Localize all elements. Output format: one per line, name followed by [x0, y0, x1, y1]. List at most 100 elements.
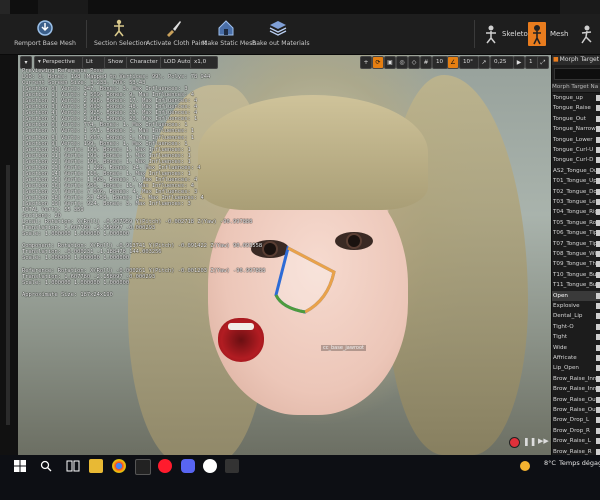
morph-weight-slider[interactable] [596, 157, 600, 164]
skip-forward-button[interactable]: ▶▶ [538, 437, 549, 445]
app-icon[interactable] [225, 459, 239, 473]
morph-weight-slider[interactable] [596, 240, 600, 247]
mode-animation-button[interactable] [578, 24, 600, 48]
remport-base-mesh-button[interactable]: Remport Base Mesh [14, 14, 76, 54]
morph-weight-slider[interactable] [596, 438, 600, 445]
activate-cloth-paint-button[interactable]: Activate Cloth Paint [146, 14, 207, 54]
morph-target-row[interactable]: Brow_Drop_L [552, 415, 600, 425]
morph-target-row[interactable]: Wide [552, 343, 600, 353]
morph-target-row[interactable]: T06_Tongue_Tip_ [552, 228, 600, 238]
morph-weight-slider[interactable] [596, 344, 600, 351]
window-controls[interactable] [560, 0, 600, 14]
morph-target-row[interactable]: Lip_Open [552, 363, 600, 373]
morph-column-header[interactable]: Morph Target Na [552, 83, 600, 93]
windows-start-icon[interactable] [14, 460, 26, 472]
pause-button[interactable]: ❚❚ [523, 437, 536, 446]
task-view-icon[interactable] [66, 460, 80, 472]
maximize-viewport-icon[interactable]: ⤢ [537, 56, 549, 69]
morph-target-row[interactable]: Tongue_up [552, 93, 600, 103]
morph-weight-slider[interactable] [596, 292, 600, 299]
morph-target-row[interactable]: T02_Tongue_Dow [552, 187, 600, 197]
morph-weight-slider[interactable] [596, 115, 600, 122]
morph-target-row[interactable]: Dental_Lip [552, 311, 600, 321]
morph-weight-slider[interactable] [596, 251, 600, 257]
morph-target-row[interactable]: Tongue_Narrow [552, 124, 600, 134]
morph-weight-slider[interactable] [596, 178, 600, 185]
opera-icon[interactable] [158, 459, 172, 473]
bake-out-materials-button[interactable]: Bake out Materials [252, 14, 310, 54]
morph-target-row[interactable]: Tight-O [552, 322, 600, 332]
select-icon[interactable]: + [360, 56, 372, 69]
morph-target-row[interactable]: Tongue_Lower [552, 135, 600, 145]
morph-weight-slider[interactable] [596, 417, 600, 424]
morph-target-row[interactable]: T09_Tongue_Thic [552, 259, 600, 269]
morph-weight-slider[interactable] [596, 427, 600, 434]
morph-weight-slider[interactable] [596, 209, 600, 216]
morph-target-row[interactable]: Brow_Raise_Outer [552, 395, 600, 405]
scale-snap-icon[interactable]: ↗ [478, 56, 490, 69]
section-selection-button[interactable]: Section Selection [94, 14, 147, 54]
morph-weight-slider[interactable] [596, 407, 600, 413]
scale-value[interactable]: 0,25 [490, 56, 514, 69]
morph-target-row[interactable]: Brow_Raise_Inner [552, 384, 600, 394]
app-icon[interactable] [135, 459, 151, 475]
morph-weight-slider[interactable] [596, 271, 600, 278]
morph-search-input[interactable] [554, 68, 600, 80]
file-explorer-icon[interactable] [89, 459, 103, 473]
morph-target-row[interactable]: T05_Tongue_Roll [552, 218, 600, 228]
discord-icon[interactable] [181, 459, 195, 473]
morph-target-row[interactable]: Brow_Raise_R [552, 447, 600, 455]
morph-weight-slider[interactable] [596, 136, 600, 143]
morph-weight-slider[interactable] [596, 365, 600, 372]
tab-stub[interactable] [0, 0, 10, 14]
morph-weight-slider[interactable] [596, 105, 600, 112]
morph-weight-slider[interactable] [596, 375, 600, 382]
unreal-engine-icon[interactable] [203, 459, 217, 473]
record-button[interactable] [509, 437, 520, 448]
morph-target-row[interactable]: Brow_Raise_Outer [552, 405, 600, 415]
morph-weight-slider[interactable] [596, 219, 600, 226]
morph-panel-tab[interactable]: ■Morph Target [552, 55, 600, 65]
morph-weight-slider[interactable] [596, 199, 600, 205]
tab-stub[interactable] [38, 0, 88, 14]
rotate-icon[interactable]: ⟳ [372, 56, 384, 69]
morph-weight-slider[interactable] [596, 261, 600, 268]
make-static-mesh-button[interactable]: Make Static Mesh [202, 14, 256, 54]
morph-weight-slider[interactable] [596, 126, 600, 133]
surface-snap-icon[interactable]: ◇ [408, 56, 420, 69]
morph-weight-slider[interactable] [596, 303, 600, 309]
left-scrollbar[interactable] [6, 165, 10, 425]
morph-target-row[interactable]: Affricate [552, 353, 600, 363]
search-icon[interactable] [40, 460, 52, 472]
morph-target-row[interactable]: T04_Tongue_Righ [552, 207, 600, 217]
angle-snap-icon[interactable]: ∠ [447, 56, 459, 69]
morph-weight-slider[interactable] [596, 188, 600, 195]
morph-target-row[interactable]: T01_Tongue_Up [552, 176, 600, 186]
morph-target-row[interactable]: Brow_Raise_L [552, 436, 600, 446]
morph-weight-slider[interactable] [596, 396, 600, 403]
morph-weight-slider[interactable] [596, 386, 600, 393]
morph-weight-slider[interactable] [596, 448, 600, 455]
scale-icon[interactable]: ▣ [384, 56, 396, 69]
morph-target-row[interactable]: Brow_Drop_R [552, 426, 600, 436]
morph-target-row[interactable]: Brow_Raise_Inner [552, 374, 600, 384]
grid-snap-icon[interactable]: # [420, 56, 432, 69]
morph-weight-slider[interactable] [596, 230, 600, 237]
angle-value[interactable]: 10° [459, 56, 479, 69]
morph-target-row[interactable]: T10_Tongue_Bulg [552, 270, 600, 280]
morph-target-row[interactable]: T08_Tongue_Widt [552, 249, 600, 259]
mode-mesh-button[interactable]: Mesh [528, 22, 570, 48]
morph-weight-slider[interactable] [596, 313, 600, 320]
morph-weight-slider[interactable] [596, 282, 600, 289]
chrome-icon[interactable] [112, 459, 126, 473]
morph-target-row[interactable]: Open [552, 290, 600, 301]
morph-target-row[interactable]: Tongue_Curl-U [552, 145, 600, 155]
morph-weight-slider[interactable] [596, 323, 600, 330]
morph-target-row[interactable]: T07_Tongue_Tip_ [552, 239, 600, 249]
mode-skeleton-button[interactable]: Skeleton [480, 24, 532, 48]
morph-target-row[interactable]: Tongue_Out [552, 114, 600, 124]
morph-target-row[interactable]: Tongue_Raise [552, 103, 600, 113]
morph-target-row[interactable]: Tight [552, 332, 600, 342]
morph-weight-slider[interactable] [596, 167, 600, 174]
morph-target-row[interactable]: Explosive [552, 301, 600, 311]
